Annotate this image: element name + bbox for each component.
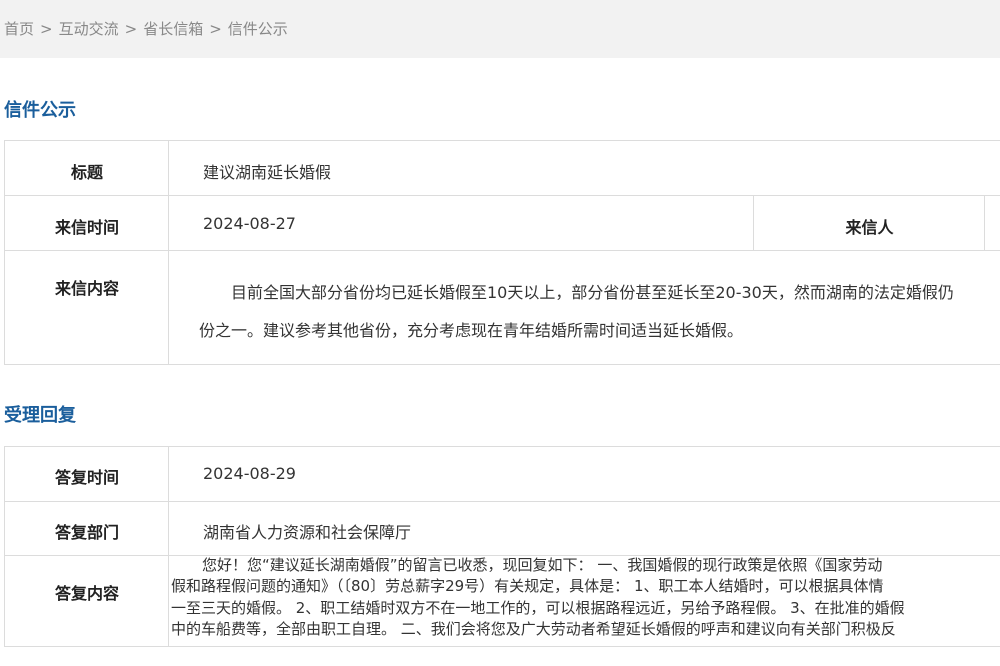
breadcrumb-home-link[interactable]: 首页 [4, 20, 34, 38]
subject-value: 建议湖南延长婚假 [203, 163, 332, 182]
breadcrumb-interaction-link[interactable]: 互动交流 [59, 20, 119, 38]
breadcrumb-separator: > [124, 20, 138, 38]
reply-dept-value-cell: 湖南省人力资源和社会保障厅 [169, 502, 1000, 556]
letter-table: 标题 建议湖南延长婚假 来信时间 2024-08-27 来信人 来信内容 目前全… [4, 140, 1000, 365]
sender-value-cell [985, 196, 1000, 251]
reply-date-value-cell: 2024-08-29 [169, 447, 1000, 502]
subject-value-cell: 建议湖南延长婚假 [169, 141, 1000, 196]
letter-content-label: 来信内容 [54, 279, 119, 298]
letter-content-cell: 目前全国大部分省份均已延长婚假至10天以上，部分省份甚至延长至20-30天，然而… [169, 251, 1000, 365]
reply-date-value: 2024-08-29 [203, 464, 296, 483]
reply-content-label: 答复内容 [54, 584, 119, 603]
reply-date-label: 答复时间 [54, 468, 119, 487]
letter-date-value: 2024-08-27 [203, 214, 296, 233]
reply-dept-label: 答复部门 [54, 523, 119, 542]
reply-content-label-cell: 答复内容 [5, 556, 169, 647]
reply-date-label-cell: 答复时间 [5, 447, 169, 502]
reply-content-cell: 您好！您“建议延长湖南婚假”的留言已收悉，现回复如下： 一、我国婚假的现行政策是… [169, 556, 1000, 647]
reply-dept-value: 湖南省人力资源和社会保障厅 [203, 523, 412, 542]
breadcrumb-current-link[interactable]: 信件公示 [228, 20, 288, 38]
reply-table: 答复时间 2024-08-29 答复部门 湖南省人力资源和社会保障厅 答复内容 … [4, 446, 1000, 647]
reply-content-line: 假和路程假问题的通知》（〔80〕劳总薪字29号）有关规定，具体是： 1、职工本人… [171, 577, 884, 595]
reply-content-line: 您好！您“建议延长湖南婚假”的留言已收悉，现回复如下： 一、我国婚假的现行政策是… [202, 556, 883, 574]
sender-label-cell: 来信人 [754, 196, 985, 251]
letter-date-value-cell: 2024-08-27 [169, 196, 754, 251]
letter-content-label-cell: 来信内容 [5, 251, 169, 365]
breadcrumb-separator: > [40, 20, 53, 38]
reply-content-line: 一至三天的婚假。 2、职工结婚时双方不在一地工作的，可以根据路程远近，另给予路程… [171, 599, 905, 617]
breadcrumb-mailbox-link[interactable]: 省长信箱 [143, 20, 203, 38]
letter-section-title: 信件公示 [4, 100, 76, 121]
letter-date-label: 来信时间 [54, 218, 119, 237]
letter-content-line: 份之一。建议参考其他省份，充分考虑现在青年结婚所需时间适当延长婚假。 [199, 321, 744, 340]
letter-date-label-cell: 来信时间 [5, 196, 169, 251]
subject-label-cell: 标题 [5, 141, 169, 196]
reply-section-title: 受理回复 [4, 405, 76, 426]
breadcrumb-separator: > [209, 20, 222, 38]
reply-dept-label-cell: 答复部门 [5, 502, 169, 556]
sender-label: 来信人 [845, 218, 894, 237]
letter-content-line: 目前全国大部分省份均已延长婚假至10天以上，部分省份甚至延长至20-30天，然而… [231, 283, 954, 302]
breadcrumb: 首页 > 互动交流 > 省长信箱 > 信件公示 [0, 0, 1000, 58]
reply-content-line: 中的车船费等，全部由职工自理。 二、我们会将您及广大劳动者希望延长婚假的呼声和建… [171, 620, 896, 638]
subject-label: 标题 [70, 163, 103, 182]
